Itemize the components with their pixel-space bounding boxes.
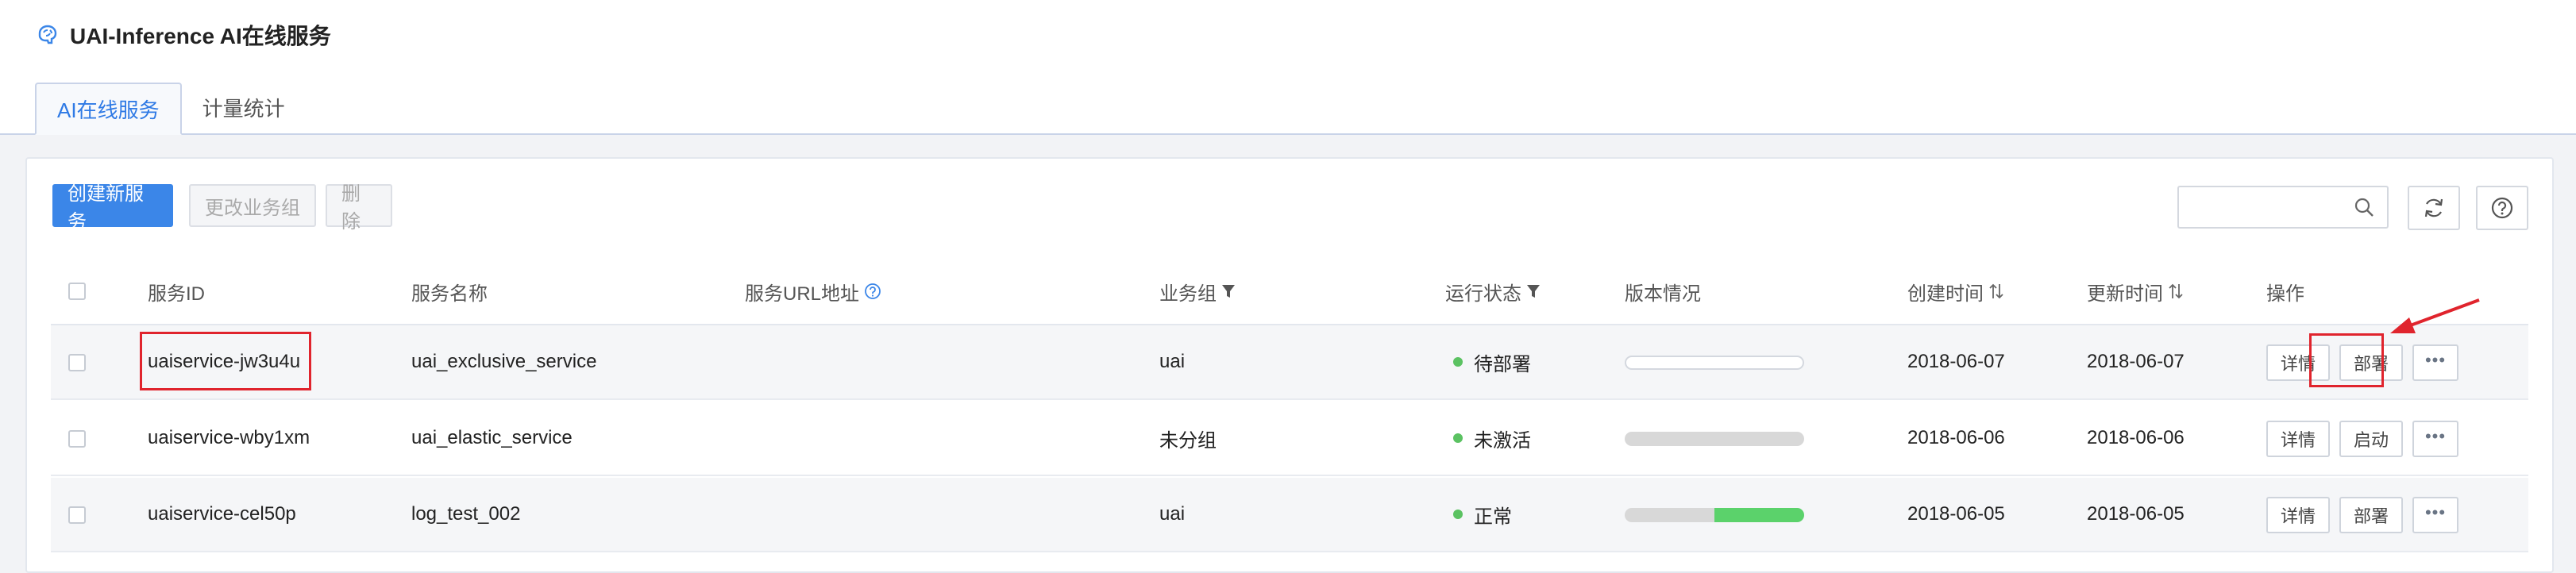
- table-row[interactable]: uaiservice-jw3u4u uai_exclusive_service …: [51, 325, 2528, 400]
- status-dot: [1453, 433, 1463, 443]
- version-bar: [1625, 432, 1804, 446]
- row-checkbox[interactable]: [68, 354, 86, 371]
- select-all-checkbox[interactable]: [68, 283, 86, 300]
- more-icon: •••: [2424, 350, 2447, 370]
- col-label: 操作: [2266, 283, 2304, 305]
- service-id[interactable]: uaiservice-wby1xm: [148, 402, 310, 475]
- question-icon[interactable]: [864, 283, 881, 300]
- table-row[interactable]: uaiservice-cel50p log_test_002 uai 正常 20…: [51, 478, 2528, 552]
- details-button[interactable]: 详情: [2266, 497, 2330, 533]
- created-time: 2018-06-06: [1907, 427, 2005, 448]
- table-row[interactable]: uaiservice-wby1xm uai_elastic_service 未分…: [51, 402, 2528, 476]
- service-name: uai_exclusive_service: [411, 351, 597, 372]
- col-label: 业务组: [1159, 283, 1217, 305]
- col-created[interactable]: 创建时间: [1907, 259, 2004, 324]
- filter-icon[interactable]: [1526, 283, 1541, 299]
- page-title-text: UAI-Inference AI在线服务: [70, 24, 331, 48]
- col-status[interactable]: 运行状态: [1445, 259, 1541, 324]
- service-status: 待部署: [1453, 325, 1531, 398]
- col-label: 服务ID: [148, 283, 205, 305]
- details-button[interactable]: 详情: [2266, 421, 2330, 457]
- more-button[interactable]: •••: [2412, 421, 2458, 457]
- more-icon: •••: [2424, 502, 2447, 522]
- help-icon: [2491, 197, 2513, 219]
- service-panel: 创建新服务 更改业务组 删除 服务ID 服务名称 服务URL地址 业务组 运行状…: [25, 157, 2554, 573]
- tab-ai-service[interactable]: AI在线服务: [35, 83, 182, 135]
- col-service-url: 服务URL地址: [745, 259, 881, 324]
- col-group[interactable]: 业务组: [1159, 259, 1236, 324]
- status-text: 正常: [1474, 506, 1512, 528]
- details-button[interactable]: 详情: [2266, 344, 2330, 381]
- tab-label: 计量统计: [202, 96, 285, 121]
- sort-icon[interactable]: [2168, 283, 2184, 300]
- brain-icon: [38, 25, 57, 44]
- help-button[interactable]: [2476, 186, 2528, 230]
- table-header: 服务ID 服务名称 服务URL地址 业务组 运行状态 版本情况 创建时间 更新时…: [51, 259, 2528, 325]
- search-input[interactable]: [2187, 187, 2349, 225]
- page-title: UAI-Inference AI在线服务: [35, 17, 331, 52]
- create-service-button[interactable]: 创建新服务: [52, 183, 173, 233]
- sort-icon[interactable]: [1988, 283, 2004, 300]
- col-service-name: 服务名称: [411, 259, 488, 324]
- col-service-id: 服务ID: [148, 259, 205, 324]
- updated-time: 2018-06-05: [2087, 503, 2185, 525]
- top-bar: UAI-Inference AI在线服务 AI在线服务 计量统计: [0, 0, 2576, 135]
- change-group-button[interactable]: 更改业务组: [189, 184, 316, 227]
- service-group: uai: [1159, 503, 1186, 525]
- service-id[interactable]: uaiservice-cel50p: [148, 478, 296, 551]
- col-updated[interactable]: 更新时间: [2087, 259, 2184, 324]
- tab-bar: AI在线服务 计量统计: [35, 83, 306, 135]
- service-status: 正常: [1453, 478, 1512, 551]
- col-label: 运行状态: [1445, 283, 1521, 305]
- col-version: 版本情况: [1625, 259, 1701, 324]
- col-label: 版本情况: [1625, 283, 1701, 305]
- status-dot: [1453, 510, 1463, 519]
- col-label: 创建时间: [1907, 283, 1984, 305]
- more-button[interactable]: •••: [2412, 344, 2458, 381]
- status-dot: [1453, 357, 1463, 367]
- more-button[interactable]: •••: [2412, 497, 2458, 533]
- service-id[interactable]: uaiservice-jw3u4u: [148, 325, 300, 398]
- refresh-button[interactable]: [2408, 186, 2460, 230]
- col-label: 服务URL地址: [745, 283, 860, 305]
- search-icon[interactable]: [2354, 197, 2374, 217]
- deploy-button[interactable]: 部署: [2339, 344, 2403, 381]
- more-icon: •••: [2424, 426, 2447, 446]
- search-box: [2177, 186, 2389, 229]
- row-checkbox[interactable]: [68, 430, 86, 448]
- filter-icon[interactable]: [1221, 283, 1236, 299]
- deploy-button[interactable]: 部署: [2339, 497, 2403, 533]
- service-group: 未分组: [1159, 429, 1217, 452]
- service-name: uai_elastic_service: [411, 427, 573, 448]
- created-time: 2018-06-07: [1907, 351, 2005, 372]
- service-status: 未激活: [1453, 402, 1531, 475]
- tab-metering[interactable]: 计量统计: [182, 83, 306, 132]
- status-text: 未激活: [1474, 429, 1531, 452]
- updated-time: 2018-06-07: [2087, 351, 2185, 372]
- tab-label: AI在线服务: [57, 98, 160, 122]
- created-time: 2018-06-05: [1907, 503, 2005, 525]
- refresh-icon: [2424, 198, 2443, 217]
- version-bar-fill: [1714, 508, 1804, 522]
- start-button[interactable]: 启动: [2339, 421, 2403, 457]
- col-label: 服务名称: [411, 283, 488, 305]
- row-checkbox[interactable]: [68, 506, 86, 524]
- service-group: uai: [1159, 351, 1186, 372]
- status-text: 待部署: [1474, 353, 1531, 375]
- version-bar: [1625, 356, 1804, 370]
- version-bar: [1625, 508, 1804, 522]
- updated-time: 2018-06-06: [2087, 427, 2185, 448]
- col-label: 更新时间: [2087, 283, 2163, 305]
- col-actions: 操作: [2266, 259, 2304, 324]
- service-name: log_test_002: [411, 503, 521, 525]
- arrow-annotation: [2390, 298, 2480, 333]
- delete-button[interactable]: 删除: [326, 183, 392, 233]
